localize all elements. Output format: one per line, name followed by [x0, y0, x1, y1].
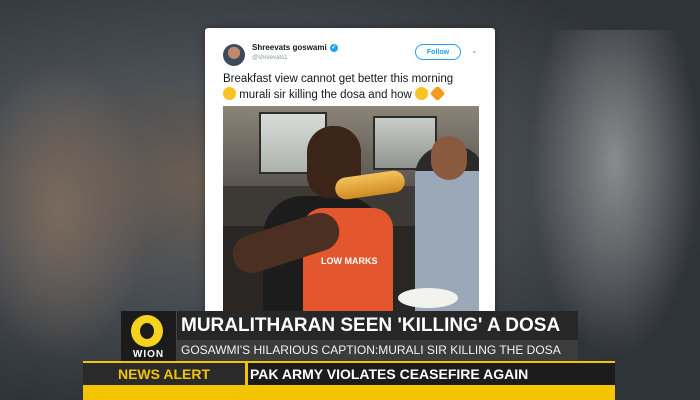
ticker-accent-strip — [83, 385, 615, 400]
tweet-text-line-2-text: murali sir killing the dosa and how — [239, 89, 412, 101]
laughing-emoji-icon — [223, 87, 236, 100]
subheadline: GOSAWMI'S HILARIOUS CAPTION:MURALI SIR K… — [177, 340, 578, 361]
photo-jersey-text: LOW MARKS — [321, 256, 378, 266]
tweet-text-line-1: Breakfast view cannot get better this mo… — [223, 73, 454, 85]
headline: MURALITHARAN SEEN 'KILLING' A DOSA — [177, 311, 578, 340]
tweet-text-line-2: murali sir killing the dosa and how — [223, 85, 485, 103]
tweet-author-name: Shreevats goswami — [252, 43, 327, 52]
ticker-divider — [245, 363, 248, 385]
wion-logo-icon — [131, 315, 163, 347]
orange-heart-icon — [429, 85, 446, 102]
photo-person-background-head — [431, 136, 467, 180]
news-alert-label: NEWS ALERT — [83, 363, 245, 385]
verified-icon: ✓ — [329, 43, 338, 52]
channel-logo-text: WION — [132, 349, 165, 360]
laughing-emoji-icon — [415, 87, 428, 100]
avatar[interactable] — [223, 44, 245, 66]
tweet-photo[interactable]: LOW MARKS — [223, 106, 479, 318]
photo-plate — [398, 288, 458, 308]
tweet-card: Shreevats goswami ✓ @shreevats1 Follow ⌄ … — [205, 28, 495, 318]
tweet-author[interactable]: Shreevats goswami ✓ — [252, 43, 338, 52]
tweet-handle[interactable]: @shreevats1 — [252, 55, 287, 61]
tweet-text: Breakfast view cannot get better this mo… — [223, 72, 485, 103]
ticker-text: PAK ARMY VIOLATES CEASEFIRE AGAIN — [250, 366, 529, 382]
channel-logo: WION — [121, 311, 176, 361]
follow-button[interactable]: Follow — [415, 44, 461, 60]
chevron-down-icon[interactable]: ⌄ — [471, 46, 478, 55]
